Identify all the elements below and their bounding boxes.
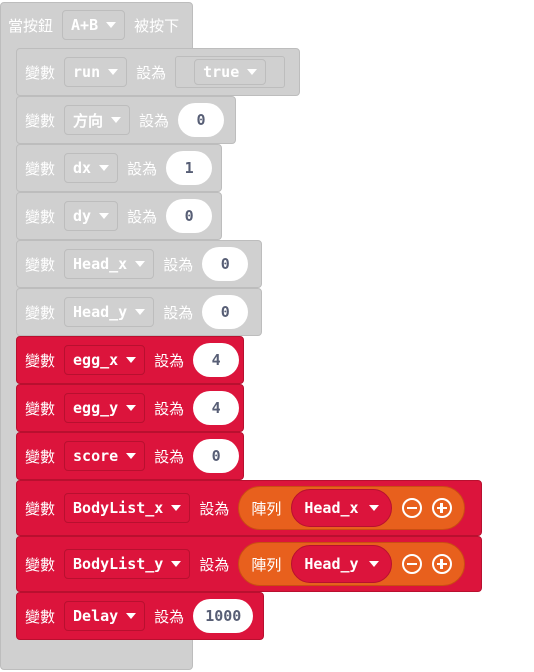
set-variable-block[interactable]: 變數 Head_x 設為 0 <box>16 240 262 288</box>
number-input[interactable]: 0 <box>202 247 249 281</box>
chevron-down-icon <box>126 357 137 363</box>
minus-circle-icon[interactable] <box>401 554 422 574</box>
to-label: 設為 <box>127 159 158 178</box>
to-label: 設為 <box>199 499 230 518</box>
set-variable-block[interactable]: 變數 run 設為 true <box>16 48 300 96</box>
chevron-down-icon <box>99 165 110 171</box>
to-label: 設為 <box>154 351 185 370</box>
set-variable-block[interactable]: 變數 BodyList_y 設為 陣列 Head_y <box>16 536 482 592</box>
variable-dropdown[interactable]: Delay <box>64 601 146 631</box>
variable-dropdown[interactable]: score <box>64 441 146 471</box>
to-label: 設為 <box>199 555 230 574</box>
set-label: 變數 <box>25 399 56 418</box>
chevron-down-icon <box>135 261 146 267</box>
chevron-down-icon <box>368 561 379 567</box>
chevron-down-icon <box>368 505 379 511</box>
chevron-down-icon <box>126 453 137 459</box>
to-label: 設為 <box>127 207 158 226</box>
plus-circle-icon[interactable] <box>431 554 452 574</box>
number-input[interactable]: 1000 <box>193 599 254 633</box>
minus-circle-icon[interactable] <box>401 498 422 518</box>
variable-dropdown[interactable]: BodyList_y <box>64 549 191 579</box>
set-label: 變數 <box>25 207 56 226</box>
set-variable-block[interactable]: 變數 方向 設為 0 <box>16 96 236 144</box>
chevron-down-icon <box>106 22 117 28</box>
number-input[interactable]: 0 <box>202 295 249 329</box>
variable-dropdown[interactable]: dx <box>64 153 119 183</box>
number-input[interactable]: 0 <box>193 439 240 473</box>
set-label: 變數 <box>25 159 56 178</box>
chevron-down-icon <box>108 69 119 75</box>
variable-dropdown[interactable]: egg_y <box>64 393 146 423</box>
set-label: 變數 <box>25 555 56 574</box>
chevron-down-icon <box>135 309 146 315</box>
to-label: 設為 <box>154 399 185 418</box>
variable-dropdown[interactable]: BodyList_x <box>64 493 191 523</box>
set-label: 變數 <box>25 303 56 322</box>
boolean-dropdown[interactable]: true <box>194 59 267 85</box>
array-label: 陣列 <box>251 555 282 574</box>
number-input[interactable]: 4 <box>193 391 240 425</box>
chevron-down-icon <box>99 213 110 219</box>
to-label: 設為 <box>139 111 170 130</box>
set-variable-block[interactable]: 變數 score 設為 0 <box>16 432 244 480</box>
set-label: 變數 <box>25 111 56 130</box>
set-variable-block[interactable]: 變數 egg_y 設為 4 <box>16 384 244 432</box>
chevron-down-icon <box>247 69 258 75</box>
number-input[interactable]: 0 <box>166 199 213 233</box>
to-label: 設為 <box>163 255 194 274</box>
event-header: 當按鈕 A+B 被按下 <box>0 2 193 48</box>
chevron-down-icon <box>126 405 137 411</box>
array-label: 陣列 <box>251 499 282 518</box>
set-label: 變數 <box>25 607 56 626</box>
to-label: 設為 <box>136 63 167 82</box>
variable-dropdown[interactable]: egg_x <box>64 345 146 375</box>
variable-dropdown[interactable]: dy <box>64 201 119 231</box>
set-variable-block[interactable]: 變數 BodyList_x 設為 陣列 Head_x <box>16 480 482 536</box>
plus-circle-icon[interactable] <box>431 498 452 518</box>
set-variable-block[interactable]: 變數 dy 設為 0 <box>16 192 222 240</box>
create-array-block[interactable]: 陣列 Head_y <box>238 542 465 586</box>
chevron-down-icon <box>171 561 182 567</box>
chevron-down-icon <box>126 613 137 619</box>
chevron-down-icon <box>171 505 182 511</box>
event-prefix: 當按鈕 <box>8 16 54 35</box>
set-label: 變數 <box>25 351 56 370</box>
set-label: 變數 <box>25 499 56 518</box>
to-label: 設為 <box>163 303 194 322</box>
number-input[interactable]: 0 <box>178 103 225 137</box>
set-label: 變數 <box>25 255 56 274</box>
button-dropdown[interactable]: A+B <box>62 10 126 40</box>
number-input[interactable]: 1 <box>166 151 213 185</box>
to-label: 設為 <box>154 607 185 626</box>
variable-dropdown[interactable]: run <box>64 57 128 87</box>
create-array-block[interactable]: 陣列 Head_x <box>238 486 465 530</box>
set-variable-block[interactable]: 變數 egg_x 設為 4 <box>16 336 244 384</box>
set-variable-block[interactable]: 變數 dx 設為 1 <box>16 144 222 192</box>
set-label: 變數 <box>25 63 56 82</box>
variable-dropdown[interactable]: 方向 <box>64 105 131 135</box>
set-variable-block[interactable]: 變數 Delay 設為 1000 <box>16 592 264 640</box>
array-item-variable[interactable]: Head_x <box>291 489 392 527</box>
event-suffix: 被按下 <box>134 16 180 35</box>
array-item-variable[interactable]: Head_y <box>291 545 392 583</box>
to-label: 設為 <box>154 447 185 466</box>
chevron-down-icon <box>111 117 122 123</box>
number-input[interactable]: 4 <box>193 343 240 377</box>
variable-dropdown[interactable]: Head_x <box>64 249 155 279</box>
boolean-value[interactable]: true <box>175 56 286 88</box>
set-variable-block[interactable]: 變數 Head_y 設為 0 <box>16 288 262 336</box>
variable-dropdown[interactable]: Head_y <box>64 297 155 327</box>
set-label: 變數 <box>25 447 56 466</box>
